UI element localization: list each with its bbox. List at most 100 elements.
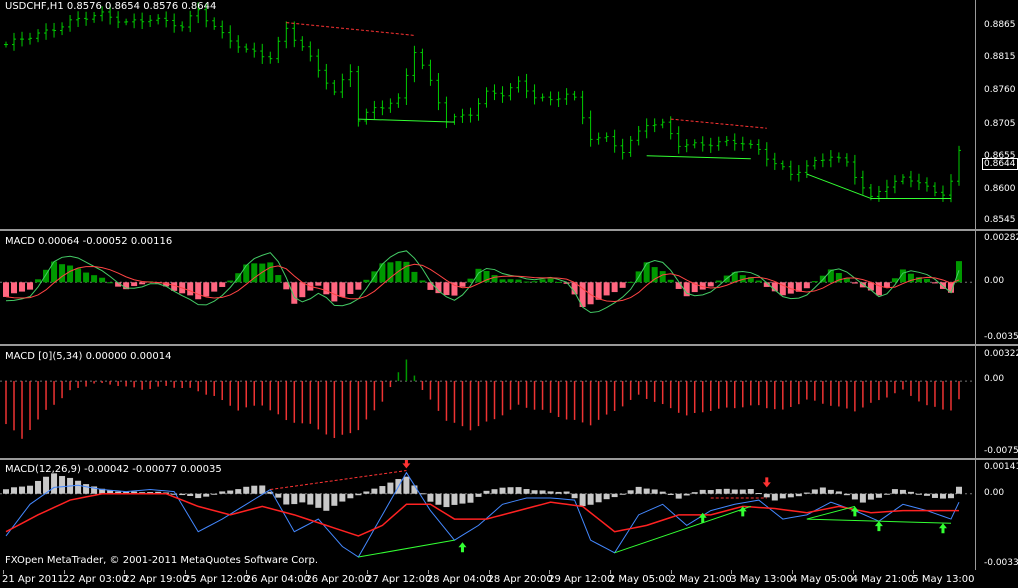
macd1-histogram-bar xyxy=(363,279,370,283)
macd3-histogram-bar xyxy=(507,487,514,494)
macd3-histogram-bar xyxy=(59,476,66,494)
macd1-histogram-bar xyxy=(411,271,418,283)
macd1-histogram-bar xyxy=(59,264,66,283)
macd3-histogram-bar xyxy=(339,493,346,502)
macd3-histogram-bar xyxy=(243,486,250,494)
macd1-histogram-bar xyxy=(715,280,722,283)
price-pane[interactable]: USDCHF,H1 0.8576 0.8654 0.8576 0.8644 0.… xyxy=(0,0,1018,229)
macd1-histogram-bar xyxy=(923,278,930,283)
macd1-histogram-bar xyxy=(523,281,530,283)
macd1-histogram-bar xyxy=(675,282,682,289)
macd1-histogram-bar xyxy=(195,282,202,300)
macd2-pane[interactable]: MACD [0](5,34) 0.00000 0.00014 0.00322 0… xyxy=(0,346,1018,458)
macd3-histogram-bar xyxy=(251,485,258,494)
macd3-level-label: 0.00141 xyxy=(984,462,1018,472)
macd3-histogram-bar xyxy=(459,493,466,504)
macd1-histogram-bar xyxy=(75,268,82,283)
macd3-histogram-bar xyxy=(499,487,506,494)
macd3-title: MACD(12,26,9) -0.00042 -0.00077 0.00035 xyxy=(5,464,222,475)
macd1-histogram-bar xyxy=(499,279,506,283)
macd1-histogram-bar xyxy=(275,275,282,283)
macd1-histogram-bar xyxy=(379,263,386,283)
macd1-histogram-bar xyxy=(219,282,226,287)
macd3-histogram-bar xyxy=(275,493,282,498)
macd3-histogram-bar xyxy=(875,493,882,498)
time-label: 29 Apr 12:00 xyxy=(548,574,614,585)
macd1-histogram-bar xyxy=(83,272,90,283)
time-label: 21 Apr 2011 xyxy=(2,574,64,585)
macd3-histogram-bar xyxy=(331,493,338,506)
macd3-chart[interactable] xyxy=(0,460,975,570)
macd3-histogram-bar xyxy=(363,491,370,494)
macd1-histogram-bar xyxy=(619,282,626,288)
macd3-histogram-bar xyxy=(411,485,418,494)
macd1-histogram-bar xyxy=(651,267,658,283)
macd3-histogram-bar xyxy=(835,491,842,494)
macd1-histogram-bar xyxy=(443,282,450,296)
macd3-histogram-bar xyxy=(491,489,498,494)
macd3-histogram-bar xyxy=(859,493,866,503)
macd3-histogram-bar xyxy=(619,493,626,495)
macd3-pane[interactable]: MACD(12,26,9) -0.00042 -0.00077 0.00035 … xyxy=(0,460,1018,570)
macd3-histogram-bar xyxy=(27,485,34,494)
arrow-down-icon xyxy=(762,477,771,488)
time-label: 26 Apr 04:00 xyxy=(244,574,310,585)
macd1-histogram-bar xyxy=(299,282,306,298)
macd1-histogram-bar xyxy=(67,265,74,283)
macd1-histogram-bar xyxy=(355,282,362,290)
macd3-histogram-bar xyxy=(803,492,810,494)
macd3-histogram-bar xyxy=(635,486,642,494)
macd1-pane[interactable]: MACD 0.00064 -0.00052 0.00116 0.00282 0.… xyxy=(0,231,1018,344)
arrow-up-icon xyxy=(458,542,467,553)
macd1-histogram-bar xyxy=(643,262,650,283)
time-label: 2 May 21:00 xyxy=(669,574,732,585)
macd1-histogram-bar xyxy=(491,275,498,283)
macd1-histogram-bar xyxy=(131,282,138,287)
macd3-histogram-bar xyxy=(899,489,906,494)
macd3-histogram-bar xyxy=(323,493,330,511)
macd1-histogram-bar xyxy=(267,262,274,283)
macd3-histogram-bar xyxy=(779,493,786,499)
macd1-histogram-bar xyxy=(35,279,42,283)
macd3-histogram-bar xyxy=(3,489,9,494)
macd3-histogram-bar xyxy=(539,490,546,494)
macd1-histogram-bar xyxy=(659,271,666,283)
macd1-chart[interactable] xyxy=(0,231,975,344)
macd3-histogram-bar xyxy=(707,490,714,494)
macd1-histogram-bar xyxy=(339,282,346,297)
macd3-histogram-bar xyxy=(387,482,394,494)
macd3-histogram-bar xyxy=(531,490,538,494)
bearish-divergence-line xyxy=(286,22,415,36)
macd3-histogram-bar xyxy=(891,489,898,494)
macd1-histogram-bar xyxy=(755,280,762,283)
macd1-scale[interactable]: 0.00282 0.00 -0.0035 xyxy=(975,231,1018,344)
macd1-histogram-bar xyxy=(419,280,426,283)
bearish-divergence-line xyxy=(270,470,407,491)
macd3-histogram-bar xyxy=(179,493,186,496)
macd3-histogram-bar xyxy=(915,493,922,495)
macd3-histogram-bar xyxy=(763,493,770,498)
signal-line xyxy=(5,492,959,537)
price-level-label: 0.8545 xyxy=(984,215,1016,225)
price-scale[interactable]: 0.8865 0.8815 0.8760 0.8705 0.8655 0.860… xyxy=(975,0,1018,229)
macd1-histogram-bar xyxy=(547,278,554,283)
macd3-histogram-bar xyxy=(475,493,482,497)
macd1-level-label: 0.00282 xyxy=(984,233,1018,243)
time-label: 22 Apr 19:00 xyxy=(123,574,189,585)
price-chart[interactable] xyxy=(0,0,975,229)
macd2-scale[interactable]: 0.00322 0.00 -0.00755 xyxy=(975,346,1018,458)
macd3-histogram-bar xyxy=(683,493,690,496)
macd3-scale[interactable]: 0.00141 0.00 -0.00333 xyxy=(975,460,1018,570)
macd2-chart[interactable] xyxy=(0,346,975,458)
macd3-histogram-bar xyxy=(667,493,674,495)
macd1-histogram-bar xyxy=(139,282,146,285)
macd1-histogram-bar xyxy=(403,261,410,283)
macd3-histogram-bar xyxy=(435,493,442,505)
macd3-histogram-bar xyxy=(723,488,730,494)
macd1-histogram-bar xyxy=(27,282,34,290)
macd1-histogram-bar xyxy=(107,282,114,284)
time-axis[interactable]: 21 Apr 2011 22 Apr 03:00 22 Apr 19:00 25 Ap… xyxy=(0,570,975,588)
macd3-histogram-bar xyxy=(379,486,386,494)
macd3-histogram-bar xyxy=(547,491,554,494)
macd3-histogram-bar xyxy=(523,489,530,494)
